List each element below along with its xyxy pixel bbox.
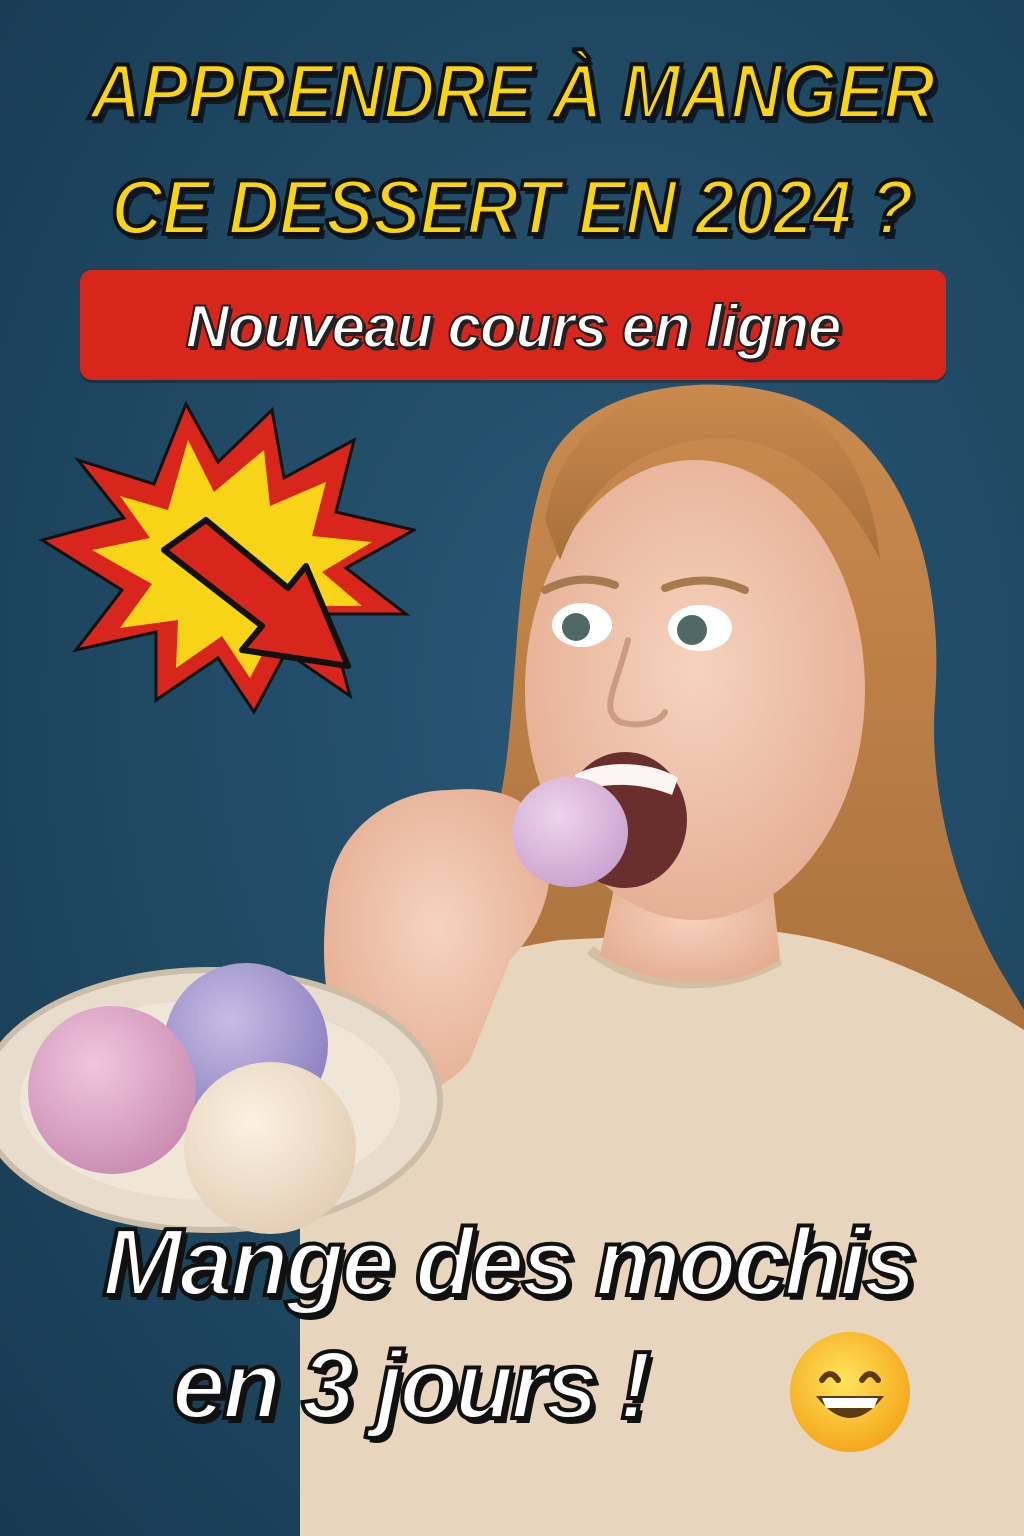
cta-line-1: Mange des mochis: [101, 1209, 919, 1316]
held-mochi: [512, 777, 628, 887]
cta-line-2: en 3 jours !: [170, 1332, 653, 1439]
grinning-face-emoji-icon: [790, 1332, 910, 1452]
left-iris: [562, 613, 590, 641]
pink-mochi: [28, 1006, 196, 1174]
poster: APPRENDRE À MANGER CE DESSERT EN 2024 ? …: [0, 0, 1024, 1536]
right-iris: [677, 615, 707, 645]
